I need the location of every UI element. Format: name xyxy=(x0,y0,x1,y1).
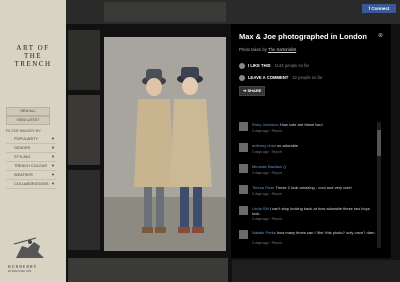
filter-label: GENDER xyxy=(14,146,31,150)
comment-body: :) xyxy=(283,164,286,169)
comments-scrollbar[interactable] xyxy=(377,122,381,248)
comment-body: These 2 look amazing - cool and very cut… xyxy=(275,185,352,190)
filter-label: WEATHER xyxy=(14,173,33,177)
gallery-thumbnail[interactable] xyxy=(68,258,228,282)
chevron-down-icon: ▼ xyxy=(51,136,55,141)
heart-icon xyxy=(239,63,245,69)
filter-trench-colour[interactable]: TRENCH COLOUR ▼ xyxy=(6,162,56,171)
comment-body: how many times can I 'like' this photo? … xyxy=(276,230,376,235)
filter-label: STYLING xyxy=(14,155,31,159)
two-boys-in-trench-coats-photo xyxy=(104,37,226,251)
photo-credit: Photo taken by The Sartorialist xyxy=(239,47,296,52)
filter-styling[interactable]: STYLING ▼ xyxy=(6,153,56,162)
filter-gender[interactable]: GENDER ▼ xyxy=(6,144,56,153)
comment-user-link[interactable]: Teresa Rose xyxy=(252,185,274,190)
comment-meta: 3 days ago · Report xyxy=(252,241,282,245)
sidebar: ART OF THE TRENCH NEW ALL VIEW LATEST FI… xyxy=(0,0,66,282)
gallery-thumbnail[interactable] xyxy=(68,95,100,165)
new-all-button[interactable]: NEW ALL xyxy=(6,107,50,116)
like-button[interactable]: I LIKE THIS 1144 people so far xyxy=(239,63,309,69)
leave-comment-button[interactable]: LEAVE A COMMENT 22 people so far xyxy=(239,75,322,81)
gallery-thumbnail[interactable] xyxy=(68,30,100,90)
like-count: 1144 people so far xyxy=(274,63,309,69)
comment-body: How cute are these two! xyxy=(279,122,323,127)
avatar[interactable] xyxy=(239,185,248,194)
like-label: I LIKE THIS xyxy=(248,63,271,69)
photo-credit-prefix: Photo taken by xyxy=(239,47,267,52)
equestrian-knight-logo-icon xyxy=(13,237,44,258)
filter-label: POPULARITY xyxy=(14,137,39,141)
photo-title: Max & Joe photographed in London xyxy=(239,32,367,41)
chevron-down-icon: ▼ xyxy=(51,154,55,159)
comment-text: Natalie Parks how many times can I 'like… xyxy=(252,230,376,235)
comment-meta: 3 days ago · Report xyxy=(252,150,282,154)
scrollbar-thumb[interactable] xyxy=(377,130,381,156)
comment-meta: 3 days ago · Report xyxy=(252,217,282,221)
gallery-thumbnail[interactable] xyxy=(68,170,100,250)
share-button[interactable]: ➜ SHARE xyxy=(239,86,266,96)
comment-label: LEAVE A COMMENT xyxy=(248,75,289,81)
gallery-thumbnail[interactable] xyxy=(104,2,226,22)
brand-logo-subtext: ESTABLISHED 1856 xyxy=(8,270,32,273)
comment-meta: 3 days ago · Report xyxy=(252,129,282,133)
comments-list: Ruby Johnston How cute are these two! 3 … xyxy=(239,122,381,250)
comment-user-link[interactable]: Ruby Johnston xyxy=(252,122,279,127)
avatar[interactable] xyxy=(239,122,248,131)
chevron-down-icon: ▼ xyxy=(51,163,55,168)
avatar[interactable] xyxy=(239,143,248,152)
brand-line-3: TRENCH xyxy=(14,60,52,68)
gallery-thumbnail[interactable] xyxy=(232,260,400,282)
main-photo[interactable] xyxy=(104,37,226,251)
brand-logo-text: BURBERRY xyxy=(8,264,38,269)
filter-label: TRENCH COLOUR xyxy=(14,164,48,168)
comment-text: Linda Sitt I can't stop looking back at … xyxy=(252,206,376,216)
avatar[interactable] xyxy=(239,164,248,173)
filters-title: FILTER IMAGES BY: xyxy=(6,129,42,133)
photographer-link[interactable]: The Sartorialist xyxy=(268,47,296,52)
comment-body: I can't stop looking back at how adorabl… xyxy=(252,206,370,216)
chevron-down-icon: ▼ xyxy=(51,145,55,150)
brand-line-1: ART OF xyxy=(16,44,50,52)
comment-meta: 3 days ago · Report xyxy=(252,171,282,175)
filter-weather[interactable]: WEATHER ▼ xyxy=(6,171,56,180)
comment-meta: 3 days ago · Report xyxy=(252,192,282,196)
comment-text: Miroslav Bazilian :) xyxy=(252,164,376,169)
chevron-down-icon: ▼ xyxy=(51,181,55,186)
chevron-down-icon: ▼ xyxy=(51,172,55,177)
comment-user-link[interactable]: Miroslav Bazilian xyxy=(252,164,282,169)
view-latest-button[interactable]: VIEW LATEST xyxy=(6,116,50,125)
comment-text: Ruby Johnston How cute are these two! xyxy=(252,122,376,127)
brand-line-2: THE xyxy=(23,52,43,60)
comment-count: 22 people so far xyxy=(292,75,323,81)
brand-title[interactable]: ART OF THE TRENCH xyxy=(5,44,61,68)
filter-collaborations[interactable]: COLLABORATIONS ▼ xyxy=(6,180,56,189)
close-icon[interactable]: ⊗ xyxy=(378,33,384,39)
comment-text: anthony chan so adorable xyxy=(252,143,376,148)
comment-user-link[interactable]: Natalie Parks xyxy=(252,230,276,235)
share-label: SHARE xyxy=(247,88,262,93)
facebook-connect-button[interactable]: f Connect xyxy=(362,4,396,13)
filter-label: COLLABORATIONS xyxy=(14,182,49,186)
facebook-connect-label: Connect xyxy=(371,6,390,11)
speech-bubble-icon xyxy=(239,75,245,81)
filter-popularity[interactable]: POPULARITY ▼ xyxy=(6,135,56,144)
avatar[interactable] xyxy=(239,230,248,239)
comment-body: so adorable xyxy=(277,143,299,148)
photo-detail-panel: Max & Joe photographed in London ⊗ Photo… xyxy=(231,24,391,258)
comment-user-link[interactable]: anthony chan xyxy=(252,143,276,148)
comment-text: Teresa Rose These 2 look amazing - cool … xyxy=(252,185,376,190)
avatar[interactable] xyxy=(239,206,248,215)
